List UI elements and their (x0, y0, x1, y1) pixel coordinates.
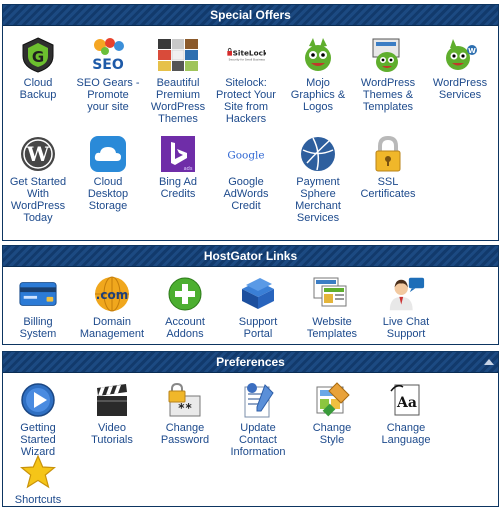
seo-gears-icon: SEO (88, 35, 128, 75)
pref-change-style[interactable]: Change Style (299, 380, 365, 446)
offer-premium-themes[interactable]: Beautiful Premium WordPress Themes (145, 35, 211, 125)
pref-video-tutorials-label: Video Tutorials (91, 422, 133, 446)
pref-change-password-label: Change Password (160, 422, 210, 446)
change-language-icon: Aa (386, 380, 426, 420)
link-billing-system[interactable]: Billing System (5, 274, 71, 340)
preferences-title: Preferences (216, 355, 285, 369)
payment-sphere-icon (298, 134, 338, 174)
special-offers-header[interactable]: Special Offers (3, 5, 498, 26)
svg-text:Google: Google (227, 150, 264, 162)
svg-text:W: W (468, 47, 476, 55)
bing-icon: ads (158, 134, 198, 174)
offer-wordpress-services[interactable]: W WordPress Services (427, 35, 493, 101)
live-chat-icon (386, 274, 426, 314)
add-plus-icon (165, 274, 205, 314)
offer-mojo-graphics-label: Mojo Graphics & Logos (290, 77, 346, 113)
link-domain-management[interactable]: .com Domain Management (79, 274, 145, 340)
support-books-icon (238, 274, 278, 314)
mojo-mascot-icon (298, 35, 338, 75)
offer-payment-sphere[interactable]: Payment Sphere Merchant Services (285, 134, 351, 224)
svg-text:ads: ads (184, 166, 193, 172)
svg-text:W: W (26, 142, 50, 166)
hostgator-links-panel: HostGator Links Billing System .com Doma… (2, 245, 499, 345)
offer-cloud-backup-label: Cloud Backup (19, 77, 57, 101)
preferences-header[interactable]: Preferences (3, 352, 498, 373)
svg-text:.com: .com (96, 288, 128, 302)
preferences-panel: Preferences Getting Started Wizard Video… (2, 351, 499, 507)
play-wizard-icon (18, 380, 58, 420)
svg-text:Aa: Aa (396, 395, 417, 411)
sitelock-icon: SiteLock Security for Small Business (226, 35, 266, 75)
cloud-storage-icon (88, 134, 128, 174)
offer-wordpress-get-started-label: Get Started With WordPress Today (9, 176, 67, 224)
offer-ssl[interactable]: SSL Certificates (355, 134, 421, 200)
offer-bing-ads[interactable]: ads Bing Ad Credits (145, 134, 211, 200)
offer-payment-sphere-label: Payment Sphere Merchant Services (295, 176, 341, 224)
change-style-icon (312, 380, 352, 420)
pref-shortcuts[interactable]: Shortcuts (5, 452, 71, 506)
pref-getting-started[interactable]: Getting Started Wizard (5, 380, 71, 458)
clapperboard-icon (92, 380, 132, 420)
special-offers-panel: Special Offers G Cloud Backup SEO SEO Ge… (2, 4, 499, 241)
offer-premium-themes-label: Beautiful Premium WordPress Themes (150, 77, 206, 125)
offer-seo-gears-label: SEO Gears - Promote your site (76, 77, 140, 113)
svg-text:G: G (32, 48, 44, 66)
pref-change-password[interactable]: ** Change Password (152, 380, 218, 446)
credit-card-icon (18, 274, 58, 314)
offer-wordpress-get-started[interactable]: W Get Started With WordPress Today (5, 134, 71, 224)
google-icon: Google (226, 134, 266, 174)
offer-mojo-graphics[interactable]: Mojo Graphics & Logos (285, 35, 351, 113)
link-live-chat-label: Live Chat Support (382, 316, 430, 340)
pref-update-contact-label: Update Contact Information (230, 422, 286, 458)
pref-update-contact[interactable]: Update Contact Information (225, 380, 291, 458)
offer-cloud-backup[interactable]: G Cloud Backup (5, 35, 71, 101)
link-domain-management-label: Domain Management (79, 316, 145, 340)
offer-wordpress-themes[interactable]: WordPress Themes & Templates (355, 35, 421, 113)
link-website-templates-label: Website Templates (306, 316, 358, 340)
templates-icon (312, 274, 352, 314)
link-account-addons-label: Account Addons (165, 316, 205, 340)
offer-seo-gears[interactable]: SEO SEO Gears - Promote your site (75, 35, 141, 113)
pref-change-language[interactable]: Aa Change Language (373, 380, 439, 446)
offer-google-adwords-label: Google AdWords Credit (223, 176, 269, 212)
pref-shortcuts-label: Shortcuts (14, 494, 62, 506)
pref-video-tutorials[interactable]: Video Tutorials (79, 380, 145, 446)
themes-collage-icon (158, 35, 198, 75)
pref-change-language-label: Change Language (381, 422, 431, 446)
offer-wordpress-themes-label: WordPress Themes & Templates (360, 77, 416, 113)
svg-text:Security for Small Business: Security for Small Business (229, 57, 266, 61)
cloud-backup-icon: G (18, 35, 58, 75)
offer-cloud-desktop[interactable]: Cloud Desktop Storage (75, 134, 141, 212)
hostgator-links-header[interactable]: HostGator Links (3, 246, 498, 267)
offer-sitelock-label: Sitelock: Protect Your Site from Hackers (216, 77, 276, 125)
offer-wordpress-services-label: WordPress Services (432, 77, 488, 101)
offer-sitelock[interactable]: SiteLock Security for Small Business Sit… (213, 35, 279, 125)
wordpress-icon: W (18, 134, 58, 174)
offer-ssl-label: SSL Certificates (360, 176, 416, 200)
link-website-templates[interactable]: Website Templates (299, 274, 365, 340)
svg-text:SiteLock: SiteLock (233, 49, 266, 58)
contact-info-icon (238, 380, 278, 420)
offer-bing-ads-label: Bing Ad Credits (159, 176, 197, 200)
star-icon (18, 452, 58, 492)
offer-cloud-desktop-label: Cloud Desktop Storage (87, 176, 129, 212)
padlock-icon (368, 134, 408, 174)
link-billing-system-label: Billing System (19, 316, 57, 340)
link-live-chat[interactable]: Live Chat Support (373, 274, 439, 340)
dotcom-globe-icon: .com (92, 274, 132, 314)
link-support-portal-label: Support Portal (238, 316, 278, 340)
svg-text:**: ** (178, 401, 192, 415)
mojo-services-icon: W (440, 35, 480, 75)
svg-text:SEO: SEO (92, 57, 124, 73)
collapse-arrow-icon[interactable] (484, 359, 494, 365)
link-account-addons[interactable]: Account Addons (152, 274, 218, 340)
pref-change-style-label: Change Style (312, 422, 352, 446)
mojo-themes-icon (368, 35, 408, 75)
link-support-portal[interactable]: Support Portal (225, 274, 291, 340)
offer-google-adwords[interactable]: Google Google AdWords Credit (213, 134, 279, 212)
password-lock-icon: ** (165, 380, 205, 420)
